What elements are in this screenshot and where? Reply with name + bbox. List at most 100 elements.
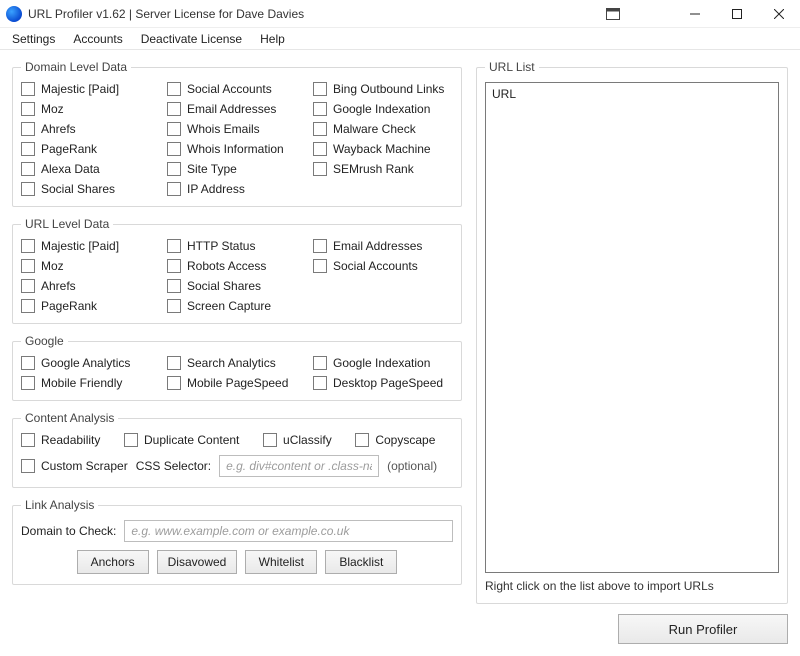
- checkbox-input[interactable]: [167, 122, 181, 136]
- checkbox-screen-capture[interactable]: Screen Capture: [167, 299, 307, 313]
- whitelist-button[interactable]: Whitelist: [245, 550, 317, 574]
- menu-accounts[interactable]: Accounts: [73, 32, 122, 46]
- blacklist-button[interactable]: Blacklist: [325, 550, 397, 574]
- checkbox-input[interactable]: [167, 239, 181, 253]
- checkbox-label: Readability: [41, 433, 100, 447]
- checkbox-whois-emails[interactable]: Whois Emails: [167, 122, 307, 136]
- checkbox-input[interactable]: [313, 162, 327, 176]
- checkbox-custom-scraper[interactable]: Custom Scraper: [21, 459, 128, 473]
- checkbox-majestic-paid[interactable]: Majestic [Paid]: [21, 239, 161, 253]
- checkbox-social-accounts[interactable]: Social Accounts: [313, 259, 453, 273]
- checkbox-semrush-rank[interactable]: SEMrush Rank: [313, 162, 453, 176]
- checkbox-input[interactable]: [21, 433, 35, 447]
- maximize-button[interactable]: [716, 0, 758, 27]
- checkbox-input[interactable]: [167, 162, 181, 176]
- domain-to-check-input[interactable]: [124, 520, 453, 542]
- checkbox-input[interactable]: [313, 376, 327, 390]
- checkbox-input[interactable]: [313, 122, 327, 136]
- checkbox-label: Copyscape: [375, 433, 435, 447]
- checkbox-input[interactable]: [167, 102, 181, 116]
- checkbox-google-indexation[interactable]: Google Indexation: [313, 102, 453, 116]
- checkbox-social-shares[interactable]: Social Shares: [167, 279, 307, 293]
- checkbox-input[interactable]: [167, 259, 181, 273]
- checkbox-copyscape[interactable]: Copyscape: [355, 433, 453, 447]
- checkbox-pagerank[interactable]: PageRank: [21, 142, 161, 156]
- checkbox-input[interactable]: [21, 459, 35, 473]
- checkbox-pagerank[interactable]: PageRank: [21, 299, 161, 313]
- css-selector-input[interactable]: [219, 455, 379, 477]
- checkbox-robots-access[interactable]: Robots Access: [167, 259, 307, 273]
- checkbox-email-addresses[interactable]: Email Addresses: [167, 102, 307, 116]
- checkbox-wayback-machine[interactable]: Wayback Machine: [313, 142, 453, 156]
- checkbox-label: Ahrefs: [41, 279, 76, 293]
- menu-deactivate[interactable]: Deactivate License: [141, 32, 242, 46]
- checkbox-site-type[interactable]: Site Type: [167, 162, 307, 176]
- titlebar: URL Profiler v1.62 | Server License for …: [0, 0, 800, 28]
- checkbox-input[interactable]: [167, 376, 181, 390]
- checkbox-input[interactable]: [21, 356, 35, 370]
- menu-help[interactable]: Help: [260, 32, 285, 46]
- checkbox-whois-information[interactable]: Whois Information: [167, 142, 307, 156]
- checkbox-input[interactable]: [167, 182, 181, 196]
- anchors-button[interactable]: Anchors: [77, 550, 149, 574]
- checkbox-input[interactable]: [21, 259, 35, 273]
- checkbox-uclassify[interactable]: uClassify: [263, 433, 349, 447]
- checkbox-ahrefs[interactable]: Ahrefs: [21, 122, 161, 136]
- checkbox-social-shares[interactable]: Social Shares: [21, 182, 161, 196]
- checkbox-input[interactable]: [21, 162, 35, 176]
- checkbox-input[interactable]: [313, 102, 327, 116]
- checkbox-ahrefs[interactable]: Ahrefs: [21, 279, 161, 293]
- checkbox-input[interactable]: [313, 142, 327, 156]
- checkbox-duplicate-content[interactable]: Duplicate Content: [124, 433, 257, 447]
- checkbox-label: PageRank: [41, 299, 97, 313]
- checkbox-label: Site Type: [187, 162, 237, 176]
- checkbox-google-analytics[interactable]: Google Analytics: [21, 356, 161, 370]
- titlebar-aux-icon[interactable]: [592, 0, 634, 27]
- close-button[interactable]: [758, 0, 800, 27]
- url-list-box[interactable]: URL: [485, 82, 779, 573]
- checkbox-mobile-pagespeed[interactable]: Mobile PageSpeed: [167, 376, 307, 390]
- disavowed-button[interactable]: Disavowed: [157, 550, 238, 574]
- checkbox-input[interactable]: [21, 376, 35, 390]
- checkbox-input[interactable]: [167, 299, 181, 313]
- checkbox-input[interactable]: [21, 299, 35, 313]
- menu-settings[interactable]: Settings: [12, 32, 55, 46]
- checkbox-social-accounts[interactable]: Social Accounts: [167, 82, 307, 96]
- checkbox-input[interactable]: [313, 82, 327, 96]
- checkbox-input[interactable]: [167, 279, 181, 293]
- checkbox-input[interactable]: [167, 356, 181, 370]
- run-profiler-button[interactable]: Run Profiler: [618, 614, 788, 644]
- checkbox-input[interactable]: [167, 142, 181, 156]
- checkbox-input[interactable]: [313, 239, 327, 253]
- checkbox-moz[interactable]: Moz: [21, 102, 161, 116]
- checkbox-input[interactable]: [21, 122, 35, 136]
- checkbox-input[interactable]: [263, 433, 277, 447]
- checkbox-google-indexation[interactable]: Google Indexation: [313, 356, 453, 370]
- checkbox-ip-address[interactable]: IP Address: [167, 182, 307, 196]
- checkbox-majestic-paid[interactable]: Majestic [Paid]: [21, 82, 161, 96]
- checkbox-readability[interactable]: Readability: [21, 433, 118, 447]
- checkbox-malware-check[interactable]: Malware Check: [313, 122, 453, 136]
- checkbox-mobile-friendly[interactable]: Mobile Friendly: [21, 376, 161, 390]
- checkbox-input[interactable]: [21, 142, 35, 156]
- checkbox-input[interactable]: [21, 102, 35, 116]
- url-list-hint: Right click on the list above to import …: [485, 579, 779, 593]
- checkbox-input[interactable]: [21, 182, 35, 196]
- checkbox-bing-outbound-links[interactable]: Bing Outbound Links: [313, 82, 453, 96]
- checkbox-input[interactable]: [313, 259, 327, 273]
- checkbox-input[interactable]: [21, 82, 35, 96]
- checkbox-input[interactable]: [167, 82, 181, 96]
- checkbox-search-analytics[interactable]: Search Analytics: [167, 356, 307, 370]
- checkbox-input[interactable]: [313, 356, 327, 370]
- checkbox-http-status[interactable]: HTTP Status: [167, 239, 307, 253]
- checkbox-input[interactable]: [124, 433, 138, 447]
- checkbox-email-addresses[interactable]: Email Addresses: [313, 239, 453, 253]
- checkbox-desktop-pagespeed[interactable]: Desktop PageSpeed: [313, 376, 453, 390]
- checkbox-label: PageRank: [41, 142, 97, 156]
- checkbox-input[interactable]: [21, 239, 35, 253]
- minimize-button[interactable]: [674, 0, 716, 27]
- checkbox-alexa-data[interactable]: Alexa Data: [21, 162, 161, 176]
- checkbox-input[interactable]: [21, 279, 35, 293]
- checkbox-input[interactable]: [355, 433, 369, 447]
- checkbox-moz[interactable]: Moz: [21, 259, 161, 273]
